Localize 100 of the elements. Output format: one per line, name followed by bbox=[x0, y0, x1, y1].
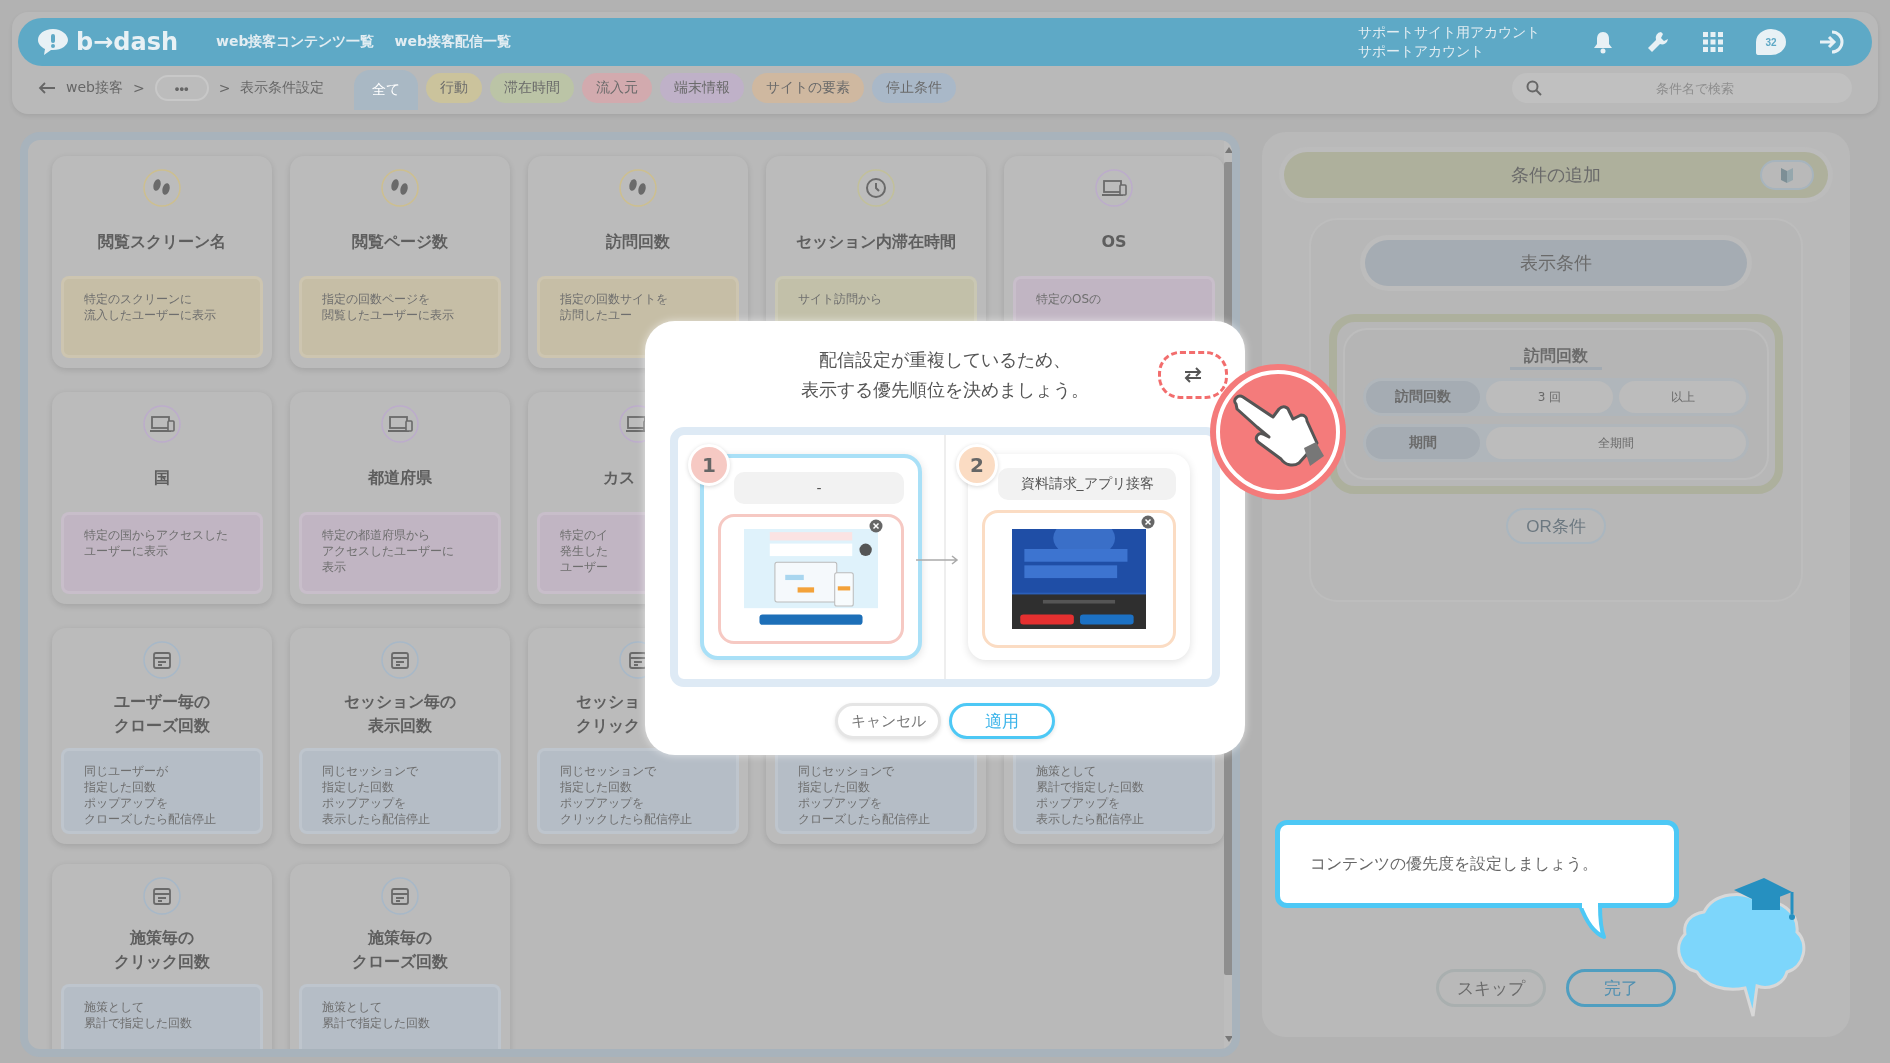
calendar-icon bbox=[142, 640, 182, 680]
condition-card[interactable]: 訪問回数 指定の回数サイトを 訪問したユー bbox=[528, 156, 748, 368]
add-condition-title: 条件の追加 bbox=[1511, 163, 1601, 187]
condition-description: クリックしたら配信停止 bbox=[560, 811, 692, 827]
speech-bubble-text: コンテンツの優先度を設定しましょう。 bbox=[1310, 853, 1598, 875]
filter-tab[interactable]: 流入元 bbox=[582, 73, 653, 103]
condition-card[interactable]: セッション毎の 表示回数 同じセッションで 指定した回数 ポップアップを 表示したら配信停止 bbox=[290, 628, 510, 844]
account-name: サポートアカウント bbox=[1358, 42, 1485, 61]
filter-tab[interactable]: 端末情報 bbox=[660, 73, 745, 103]
back-icon[interactable] bbox=[38, 81, 56, 95]
condition-description: 累計で指定した回数 bbox=[84, 1015, 192, 1031]
grid-icon[interactable] bbox=[1702, 31, 1724, 53]
scroll-down-icon[interactable] bbox=[1224, 1035, 1232, 1043]
condition-title: クローズ回数 bbox=[352, 951, 448, 973]
condition-description: 同じセッションで bbox=[322, 763, 418, 779]
logo-text[interactable]: b→dash bbox=[76, 28, 179, 56]
nav-link[interactable]: web接客コンテンツ一覧 bbox=[216, 33, 375, 51]
condition-description: 施策として bbox=[1036, 763, 1096, 779]
condition-description: 流入したユーザーに表示 bbox=[84, 307, 216, 323]
breadcrumb-separator: > bbox=[218, 80, 231, 96]
condition-value[interactable]: 3 回 bbox=[1486, 381, 1613, 413]
logout-icon[interactable] bbox=[1818, 29, 1846, 55]
condition-label: 期間 bbox=[1366, 427, 1480, 459]
arrow-icon bbox=[916, 555, 960, 565]
condition-description: 施策として bbox=[322, 999, 382, 1015]
condition-title: セッション毎の bbox=[344, 691, 456, 713]
logo-icon bbox=[36, 27, 70, 57]
condition-label: 訪問回数 bbox=[1366, 381, 1480, 413]
nav-link[interactable]: web接客配信一覧 bbox=[394, 33, 511, 51]
condition-card[interactable]: 施策毎の クリック回数 施策として 累計で指定した回数 bbox=[52, 864, 272, 1049]
bell-icon[interactable] bbox=[1592, 30, 1614, 54]
condition-card[interactable]: 都道府県 特定の都道府県から アクセスしたユーザーに 表示 bbox=[290, 392, 510, 604]
breadcrumb-more-button[interactable]: ••• bbox=[154, 75, 209, 101]
apply-button[interactable]: 適用 bbox=[949, 703, 1055, 739]
monitor-icon bbox=[380, 404, 420, 444]
condition-card[interactable]: ユーザー毎の クローズ回数 同じユーザーが 指定した回数 ポップアップを クローズしたら配信停止 bbox=[52, 628, 272, 844]
condition-card[interactable]: 閲覧ページ数 指定の回数ページを 閲覧したユーザーに表示 bbox=[290, 156, 510, 368]
cancel-button[interactable]: キャンセル bbox=[835, 703, 941, 739]
condition-description: クローズしたら配信停止 bbox=[84, 811, 216, 827]
condition-description: 同じセッションで bbox=[798, 763, 894, 779]
chat-button[interactable]: 32 bbox=[1756, 29, 1786, 55]
clock-icon bbox=[856, 168, 896, 208]
filter-tab[interactable]: 全て bbox=[354, 70, 419, 110]
swap-button[interactable] bbox=[1158, 351, 1228, 399]
footprints-icon bbox=[380, 168, 420, 208]
condition-description: 訪問したユー bbox=[560, 307, 632, 323]
footprints-icon bbox=[142, 168, 182, 208]
condition-title: 閲覧ページ数 bbox=[352, 231, 448, 253]
filter-tab[interactable]: サイトの要素 bbox=[752, 73, 865, 103]
condition-title: 都道府県 bbox=[368, 467, 432, 489]
filter-tab[interactable]: 停止条件 bbox=[872, 73, 957, 103]
condition-card[interactable]: 閲覧スクリーン名 特定のスクリーンに 流入したユーザーに表示 bbox=[52, 156, 272, 368]
guide-button[interactable] bbox=[1760, 160, 1814, 190]
account-name: サポートサイト用アカウント bbox=[1358, 23, 1540, 42]
scroll-up-icon[interactable] bbox=[1224, 146, 1232, 154]
close-icon[interactable] bbox=[1141, 515, 1155, 529]
filter-tab[interactable]: 行動 bbox=[426, 73, 483, 103]
condition-description: 同じユーザーが bbox=[84, 763, 168, 779]
condition-value[interactable]: 全期間 bbox=[1486, 427, 1746, 459]
search-icon bbox=[1526, 80, 1542, 96]
monitor-icon bbox=[142, 404, 182, 444]
condition-description: 特定のイ bbox=[560, 527, 608, 543]
monitor-icon bbox=[1094, 168, 1134, 208]
footprints-icon bbox=[618, 168, 658, 208]
condition-description: 累計で指定した回数 bbox=[322, 1015, 430, 1031]
priority-number: 2 bbox=[956, 444, 998, 486]
condition-value[interactable]: 以上 bbox=[1619, 381, 1746, 413]
condition-description: 表示 bbox=[322, 559, 346, 575]
condition-description: ポップアップを bbox=[84, 795, 168, 811]
condition-description: 指定した回数 bbox=[84, 779, 156, 795]
close-icon[interactable] bbox=[869, 519, 883, 533]
condition-title: 国 bbox=[154, 467, 170, 489]
wrench-icon[interactable] bbox=[1646, 30, 1670, 54]
filter-tab[interactable]: 滞在時間 bbox=[490, 73, 575, 103]
condition-description: アクセスしたユーザーに bbox=[322, 543, 454, 559]
calendar-icon bbox=[380, 640, 420, 680]
breadcrumb-link[interactable]: web接客 bbox=[66, 79, 123, 97]
condition-description: 指定の回数ページを bbox=[322, 291, 430, 307]
condition-description: 指定の回数サイトを bbox=[560, 291, 668, 307]
condition-title: 閲覧スクリーン名 bbox=[98, 231, 226, 253]
skip-button[interactable]: スキップ bbox=[1436, 969, 1546, 1007]
condition-description: 表示したら配信停止 bbox=[1036, 811, 1144, 827]
condition-description: ポップアップを bbox=[1036, 795, 1120, 811]
condition-description: 指定した回数 bbox=[322, 779, 394, 795]
condition-description: ユーザー bbox=[560, 559, 608, 575]
done-button[interactable]: 完了 bbox=[1566, 969, 1676, 1007]
condition-card[interactable]: 施策毎の クローズ回数 施策として 累計で指定した回数 bbox=[290, 864, 510, 1049]
condition-title: クローズ回数 bbox=[114, 715, 210, 737]
breadcrumb-current: 表示条件設定 bbox=[240, 79, 325, 97]
condition-description: ポップアップを bbox=[322, 795, 406, 811]
condition-description: ユーザーに表示 bbox=[84, 543, 168, 559]
condition-title: カス bbox=[603, 467, 635, 489]
swap-icon bbox=[1183, 366, 1203, 384]
calendar-icon bbox=[142, 876, 182, 916]
condition-card[interactable]: 国 特定の国からアクセスした ユーザーに表示 bbox=[52, 392, 272, 604]
or-condition-button[interactable]: OR条件 bbox=[1506, 508, 1606, 544]
condition-title: クリック回数 bbox=[114, 951, 210, 973]
condition-description: クローズしたら配信停止 bbox=[798, 811, 930, 827]
condition-description: ポップアップを bbox=[798, 795, 882, 811]
calendar-icon bbox=[380, 876, 420, 916]
